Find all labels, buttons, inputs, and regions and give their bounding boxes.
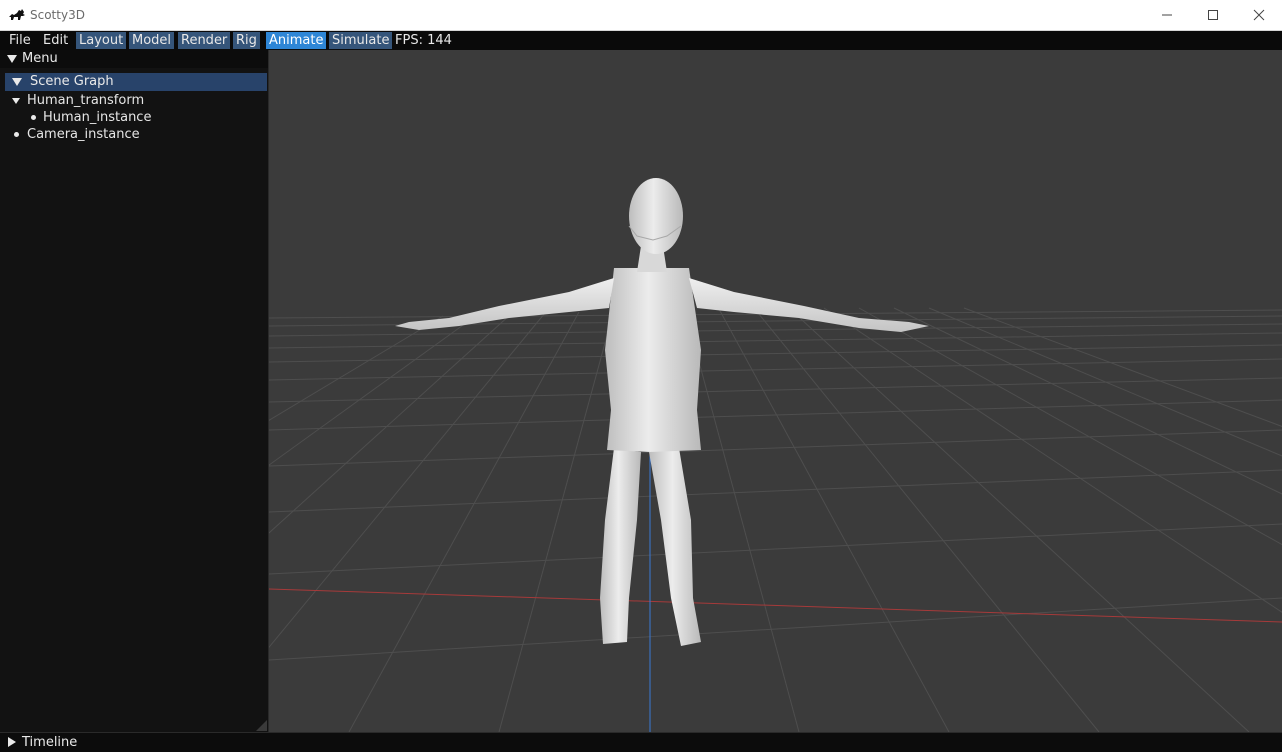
- bullet-icon: [31, 115, 36, 120]
- maximize-icon: [1208, 10, 1218, 20]
- viewport-background: [269, 50, 1282, 732]
- timeline-panel[interactable]: Timeline: [0, 732, 1282, 752]
- tree-node-label: Camera_instance: [27, 127, 140, 142]
- expand-arrow-icon: [8, 737, 16, 747]
- expand-arrow-icon: [12, 98, 20, 104]
- tree-node-human-instance[interactable]: Human_instance: [28, 110, 258, 126]
- tree-node-camera-instance[interactable]: Camera_instance: [12, 127, 262, 143]
- panel-resize-grip[interactable]: [256, 720, 267, 731]
- collapse-arrow-icon: [7, 55, 17, 63]
- menu-panel-title: Menu: [22, 51, 58, 66]
- tree-node-human-transform[interactable]: Human_transform: [12, 93, 262, 109]
- window-titlebar: Scotty3D: [0, 0, 1282, 31]
- main-menubar: File Edit Layout Model Render Rig Animat…: [0, 31, 1282, 50]
- minimize-button[interactable]: [1144, 0, 1190, 30]
- scotty-dog-icon: [9, 9, 25, 20]
- menu-edit[interactable]: Edit: [40, 32, 71, 49]
- scene-graph-title: Scene Graph: [30, 74, 114, 89]
- menu-file[interactable]: File: [6, 32, 34, 49]
- 3d-viewport[interactable]: [269, 50, 1282, 732]
- mode-rig-button[interactable]: Rig: [233, 32, 260, 49]
- minimize-icon: [1162, 14, 1172, 16]
- close-icon: [1253, 9, 1265, 21]
- fps-counter: FPS: 144: [395, 33, 452, 48]
- scene-panel: Menu Scene Graph Human_transform Human_i…: [0, 50, 269, 732]
- close-button[interactable]: [1236, 0, 1282, 30]
- viewport-canvas: [269, 50, 1282, 732]
- mode-layout-button[interactable]: Layout: [76, 32, 127, 49]
- tree-node-label: Human_transform: [27, 93, 145, 108]
- scene-graph-header[interactable]: Scene Graph: [5, 73, 267, 91]
- tree-node-label: Human_instance: [43, 110, 152, 125]
- window-title: Scotty3D: [30, 8, 85, 22]
- maximize-button[interactable]: [1190, 0, 1236, 30]
- mode-model-button[interactable]: Model: [129, 32, 175, 49]
- mode-animate-button[interactable]: Animate: [266, 32, 327, 49]
- collapse-arrow-icon: [12, 78, 22, 86]
- timeline-title: Timeline: [22, 735, 78, 750]
- bullet-icon: [14, 132, 19, 137]
- menu-panel-header[interactable]: Menu: [0, 50, 268, 68]
- mode-simulate-button[interactable]: Simulate: [329, 32, 393, 49]
- mode-render-button[interactable]: Render: [178, 32, 231, 49]
